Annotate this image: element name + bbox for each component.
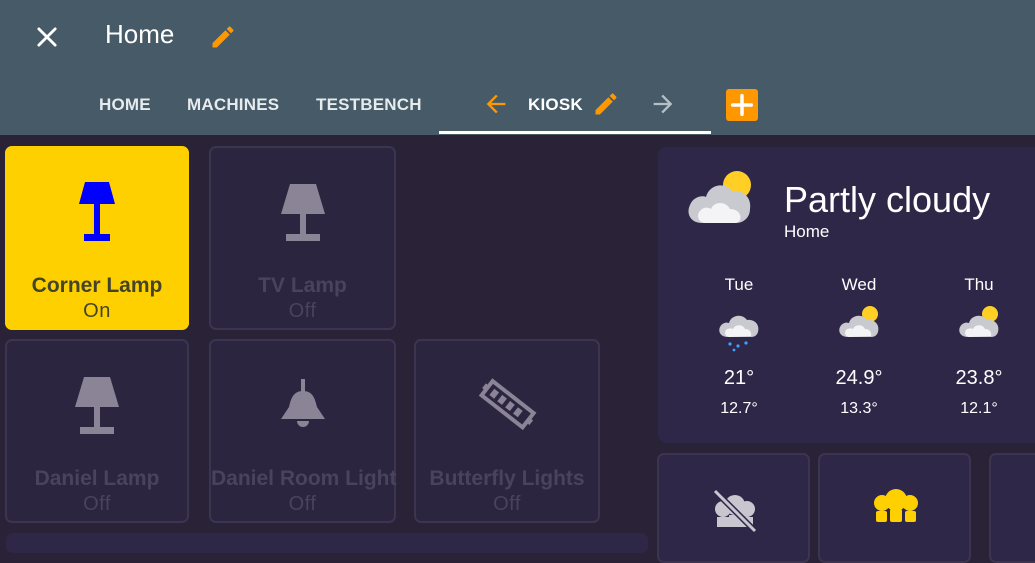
add-view-button[interactable] xyxy=(726,89,758,121)
weather-condition: Partly cloudy xyxy=(784,179,991,220)
forecast-low: 13.3° xyxy=(840,400,878,417)
tile-butterfly-lights[interactable]: Butterfly Lights Off xyxy=(414,339,600,523)
led-strip-icon xyxy=(478,378,537,431)
bottom-card xyxy=(6,533,648,553)
tile-state: Off xyxy=(83,493,111,515)
tile-corner-lamp[interactable]: Corner Lamp On xyxy=(5,146,189,330)
forecast-day: Wed xyxy=(841,275,877,294)
tile-daniel-lamp[interactable]: Daniel Lamp Off xyxy=(5,339,189,523)
tile-state: Off xyxy=(288,493,317,515)
partly-cloudy-icon xyxy=(839,306,879,337)
lightbulb-group-icon xyxy=(874,489,918,522)
lightbulb-group-off-icon xyxy=(712,489,758,533)
tile-state: On xyxy=(83,300,111,322)
tile-state: Off xyxy=(493,493,521,515)
forecast-high: 23.8° xyxy=(955,367,1003,389)
ceiling-light-icon xyxy=(280,379,325,427)
pencil-edit-icon[interactable] xyxy=(209,23,237,51)
lamp-icon xyxy=(75,377,119,434)
tile-name: Daniel Room Light xyxy=(211,467,397,490)
move-right-arrow-icon[interactable] xyxy=(649,90,677,118)
tab-kiosk[interactable]: KIOSK xyxy=(528,95,583,115)
active-tab-indicator xyxy=(439,131,711,134)
weather-card[interactable]: Partly cloudy Home Tue 21° 12.7° Wed 24.… xyxy=(658,147,1035,443)
forecast-low: 12.7° xyxy=(720,400,758,417)
partly-cloudy-icon xyxy=(959,306,999,337)
tile-daniel-room-light[interactable]: Daniel Room Light Off xyxy=(209,339,397,523)
weather-location: Home xyxy=(784,222,830,241)
tab-testbench[interactable]: TESTBENCH xyxy=(316,95,422,115)
forecast-day: Thu xyxy=(964,275,994,294)
lamp-icon xyxy=(280,184,325,241)
move-left-arrow-icon[interactable] xyxy=(482,90,510,118)
tile-state: Off xyxy=(288,300,317,322)
lamp-icon xyxy=(79,182,115,241)
pencil-edit-tab-icon[interactable] xyxy=(592,90,620,118)
tile-name: Butterfly Lights xyxy=(429,467,585,490)
forecast-low: 12.1° xyxy=(960,400,998,417)
dashboard-title: Home xyxy=(105,19,175,49)
plus-icon xyxy=(730,93,754,117)
tab-home[interactable]: HOME xyxy=(99,95,151,115)
close-icon[interactable] xyxy=(33,23,61,51)
tile-name: Corner Lamp xyxy=(31,274,163,297)
tile-tv-lamp[interactable]: TV Lamp Off xyxy=(209,146,396,330)
toolbar: Home HOME MACHINES TESTBENCH KIOSK xyxy=(0,0,1035,135)
partly-cloudy-icon xyxy=(688,171,751,223)
rainy-partly-cloudy-icon xyxy=(719,315,759,352)
tile-name: TV Lamp xyxy=(258,274,347,297)
tab-machines[interactable]: MACHINES xyxy=(187,95,279,115)
forecast-day: Tue xyxy=(724,275,754,294)
forecast-high: 21° xyxy=(723,367,755,389)
forecast-high: 24.9° xyxy=(835,367,883,389)
tile-name: Daniel Lamp xyxy=(34,467,160,490)
